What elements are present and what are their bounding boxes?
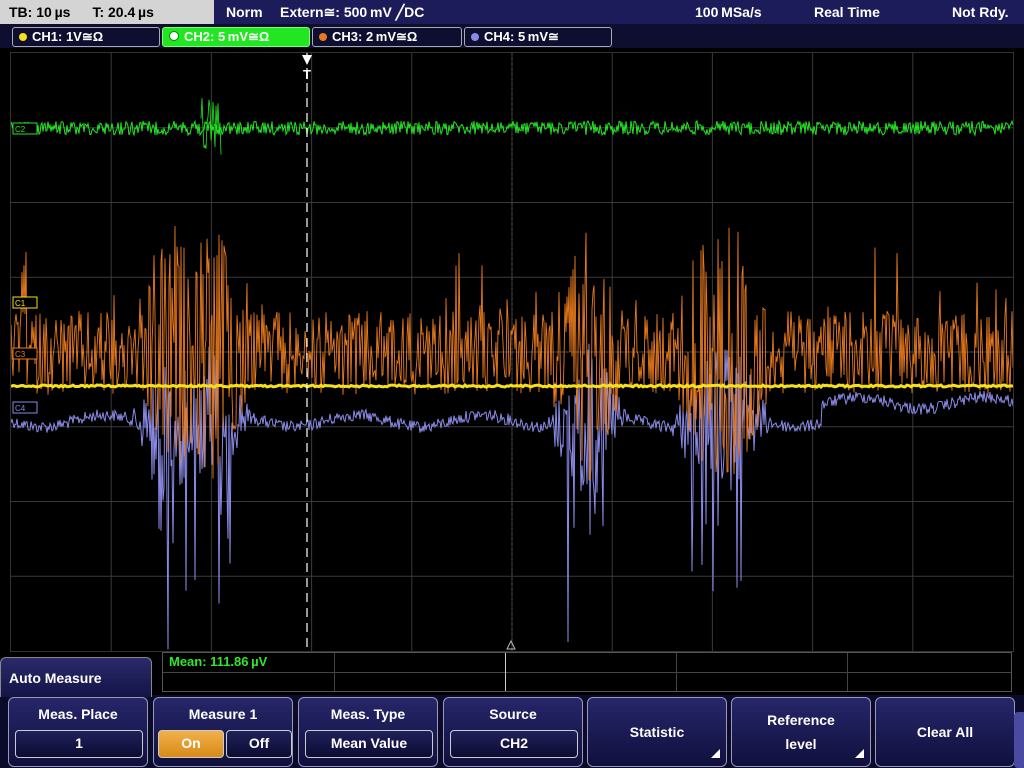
ch1-marker-label: C1 bbox=[15, 299, 26, 308]
ch1-dot-icon bbox=[19, 33, 27, 41]
measure1-label: Measure 1 bbox=[188, 706, 258, 722]
measure1-key[interactable]: Measure 1 On Off bbox=[153, 697, 293, 767]
ch1-label: CH1: 1V≅Ω bbox=[32, 29, 104, 44]
reference-level-key[interactable]: Reference level bbox=[731, 697, 871, 767]
trigger-source[interactable]: Extern≅: 500 mV ╱DC bbox=[280, 0, 424, 24]
ch3-marker-label: C3 bbox=[15, 350, 26, 359]
menu-title: Auto Measure bbox=[0, 657, 152, 697]
submenu-arrow-icon bbox=[711, 749, 720, 758]
ch2-label: CH2: 5 mV≅Ω bbox=[184, 29, 270, 44]
source-label: Source bbox=[489, 706, 537, 722]
measure1-on-toggle[interactable]: On bbox=[158, 730, 224, 758]
trigger-marker-label: T bbox=[303, 67, 311, 82]
ch2-marker-label: C2 bbox=[15, 125, 26, 134]
mean-readout: Mean: 111.86 µV bbox=[169, 654, 268, 669]
trigger-time-readout: T: 20.4 µs bbox=[92, 4, 154, 20]
acquisition-mode: Real Time bbox=[814, 4, 880, 20]
meas-type-key[interactable]: Meas. Type Mean Value bbox=[298, 697, 438, 767]
reference-label-line2: level bbox=[785, 736, 817, 752]
timebase-readout: TB: 10 µs bbox=[9, 4, 71, 20]
trigger-mode[interactable]: Norm bbox=[226, 0, 263, 24]
trigger-state: Not Rdy. bbox=[952, 4, 1009, 20]
channel-ch2[interactable]: CH2: 5 mV≅Ω bbox=[162, 27, 310, 47]
ch4-label: CH4: 5 mV≅ bbox=[484, 29, 559, 44]
meas-type-label: Meas. Type bbox=[330, 706, 406, 722]
source-value[interactable]: CH2 bbox=[450, 730, 578, 758]
meas-place-key[interactable]: Meas. Place 1 bbox=[8, 697, 148, 767]
menu-side-tab[interactable] bbox=[1014, 712, 1024, 768]
ch3-ground-marker[interactable]: C3 bbox=[12, 347, 38, 360]
clear-all-key[interactable]: Clear All bbox=[875, 697, 1015, 767]
waveform-display[interactable]: T C2 C1 C3 C4 bbox=[10, 52, 1014, 652]
timebase-box[interactable]: TB: 10 µs T: 20.4 µs bbox=[0, 0, 214, 24]
source-key[interactable]: Source CH2 bbox=[443, 697, 583, 767]
ch4-dot-icon bbox=[471, 33, 479, 41]
channel-ch4[interactable]: CH4: 5 mV≅ bbox=[464, 27, 612, 47]
meas-type-value[interactable]: Mean Value bbox=[305, 730, 433, 758]
channel-ch1[interactable]: CH1: 1V≅Ω bbox=[12, 27, 160, 47]
measurement-panel bbox=[162, 652, 1012, 692]
channel-ch3[interactable]: CH3: 2 mV≅Ω bbox=[312, 27, 462, 47]
waveform-canvas: T C2 C1 C3 C4 bbox=[11, 53, 1013, 651]
ch2-dot-icon bbox=[169, 31, 179, 41]
ch2-ground-marker[interactable]: C2 bbox=[12, 122, 38, 135]
ch4-ground-marker[interactable]: C4 bbox=[12, 401, 38, 414]
statistic-key[interactable]: Statistic bbox=[587, 697, 727, 767]
ch4-marker-label: C4 bbox=[15, 404, 26, 413]
meas-place-value[interactable]: 1 bbox=[15, 730, 143, 758]
ch3-dot-icon bbox=[319, 33, 327, 41]
statistic-label: Statistic bbox=[629, 724, 685, 740]
meas-place-label: Meas. Place bbox=[38, 706, 118, 722]
submenu-arrow-icon bbox=[855, 749, 864, 758]
trigger-position-marker-icon[interactable] bbox=[302, 55, 312, 65]
reference-label-line1: Reference bbox=[767, 712, 835, 728]
sample-rate: 100 MSa/s bbox=[695, 4, 762, 20]
center-marker-icon bbox=[506, 639, 516, 650]
ch3-label: CH3: 2 mV≅Ω bbox=[332, 29, 418, 44]
ch1-trace bbox=[11, 382, 1013, 390]
measure1-off-toggle[interactable]: Off bbox=[226, 730, 292, 758]
ch1-ground-marker[interactable]: C1 bbox=[12, 296, 38, 309]
clear-all-label: Clear All bbox=[916, 724, 974, 740]
